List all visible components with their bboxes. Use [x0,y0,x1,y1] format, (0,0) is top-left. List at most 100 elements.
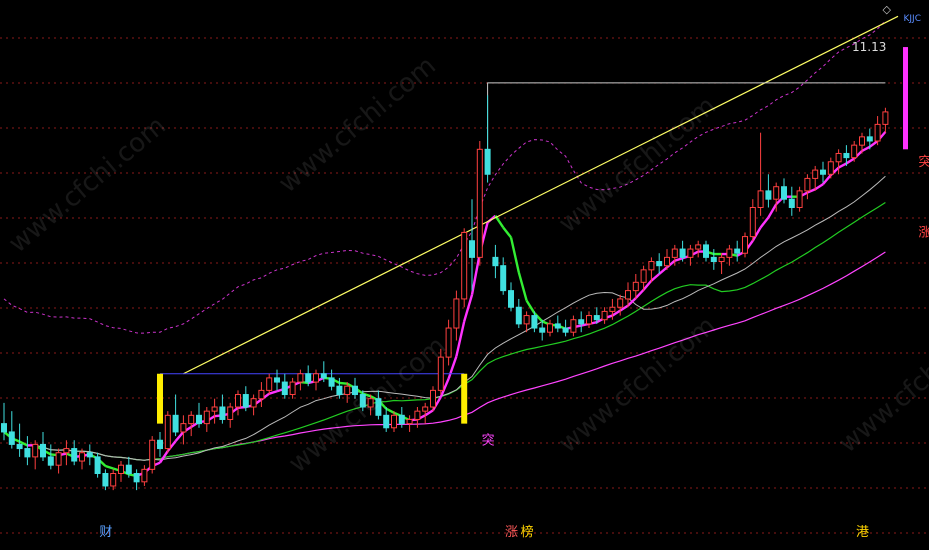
fast-ma-segment [470,252,481,296]
candle-body [235,394,241,408]
candle-body [24,448,31,458]
annotation-label: 港 [856,525,869,540]
fast-ma-segment [674,257,683,262]
candle-body [164,414,171,450]
candle-body [1,423,7,433]
candle-body [125,464,132,474]
candle-body [297,373,304,383]
annotation-label: 突 [482,432,495,448]
fast-ma-segment [268,390,278,395]
candle-body [63,448,70,454]
candle-body [531,315,538,329]
candle-body [843,152,850,159]
candle-body [40,443,46,458]
candle-body [718,256,725,263]
candle-body [94,456,101,474]
candle-body [336,385,343,396]
candle-body [344,385,351,396]
candle-body [508,290,514,308]
candle-body [796,190,803,208]
envelope-line [3,20,886,334]
candle-body [515,306,522,325]
candle-body [640,269,647,283]
candle-body [788,198,795,208]
candle-body [874,123,881,142]
candle-body [882,111,889,125]
candle-body [679,248,686,258]
candle-body [586,315,592,325]
chart-stage: 11.13 突突涨财涨榜港 ◇ KJJC www.cfchi.com www.cf… [0,0,929,550]
diamond-icon[interactable]: ◇ [883,3,891,16]
fast-ma-segment [174,431,185,442]
candle-body [827,161,834,175]
candle-body [664,256,670,267]
candle-body [866,136,873,142]
candle-body [391,414,397,429]
candle-body [742,236,748,254]
annotation-label: 涨 [918,226,929,241]
candle-body [118,464,124,474]
candle-body [656,261,663,267]
candle-body [812,169,819,179]
candle-body [671,248,678,258]
fast-ma-segment [869,140,879,148]
candle-body [406,418,413,425]
candle-body [476,148,483,258]
candle-body [328,377,335,387]
candle-body [539,327,546,333]
candle-body [562,327,569,333]
candle-body [102,473,109,487]
candle-body [149,439,156,470]
candle-body [16,443,23,450]
fast-ma-segment [822,174,832,186]
candle-body [570,319,577,333]
candle-body [211,406,218,412]
candle-body [422,406,429,412]
fast-ma-segment [339,381,348,385]
candle-body [242,394,249,408]
fast-ma-segment [447,355,458,380]
fast-ma-segment [517,272,528,301]
candle-body [687,248,694,258]
candle-body [219,406,226,420]
signal-bar [157,373,163,424]
candle-body [734,248,741,254]
fast-ma-segment [814,183,824,191]
candle-body [266,377,273,391]
candle-body [757,190,764,208]
fast-ma-segment [845,157,855,165]
corner-label: KJJC [903,14,922,24]
candle-body [196,414,202,425]
candle-body [133,473,140,483]
candle-body [250,398,257,408]
candle-body [625,290,631,300]
candle-body [593,315,600,321]
annotation-label: 榜 [521,524,534,540]
signal-bar [903,47,908,150]
candle-body [110,473,117,487]
candle-body [617,298,624,308]
annotation-label: 涨 [505,525,518,540]
candle-body [8,431,15,445]
candle-body [703,244,709,258]
candle-body [274,377,280,383]
fast-ma-segment [105,464,114,470]
candle-body [172,414,179,433]
candle-body [710,256,717,263]
candle-body [469,240,475,258]
candle-body [492,256,499,267]
candlestick-chart: 11.13突突涨财涨榜港 [0,15,929,540]
candle-body [609,306,616,312]
candle-body [55,452,62,466]
fast-ma-segment [509,237,520,273]
fast-ma-segment [759,216,770,229]
candle-body [851,144,858,159]
candle-body [781,186,787,200]
annotation-label: 财 [99,525,112,540]
candle-body [188,414,195,425]
candle-body [773,186,780,200]
fast-ma-segment [658,266,668,275]
fast-ma-segment [861,145,871,153]
candle-body [157,439,163,450]
fast-ma-segment [650,273,660,282]
